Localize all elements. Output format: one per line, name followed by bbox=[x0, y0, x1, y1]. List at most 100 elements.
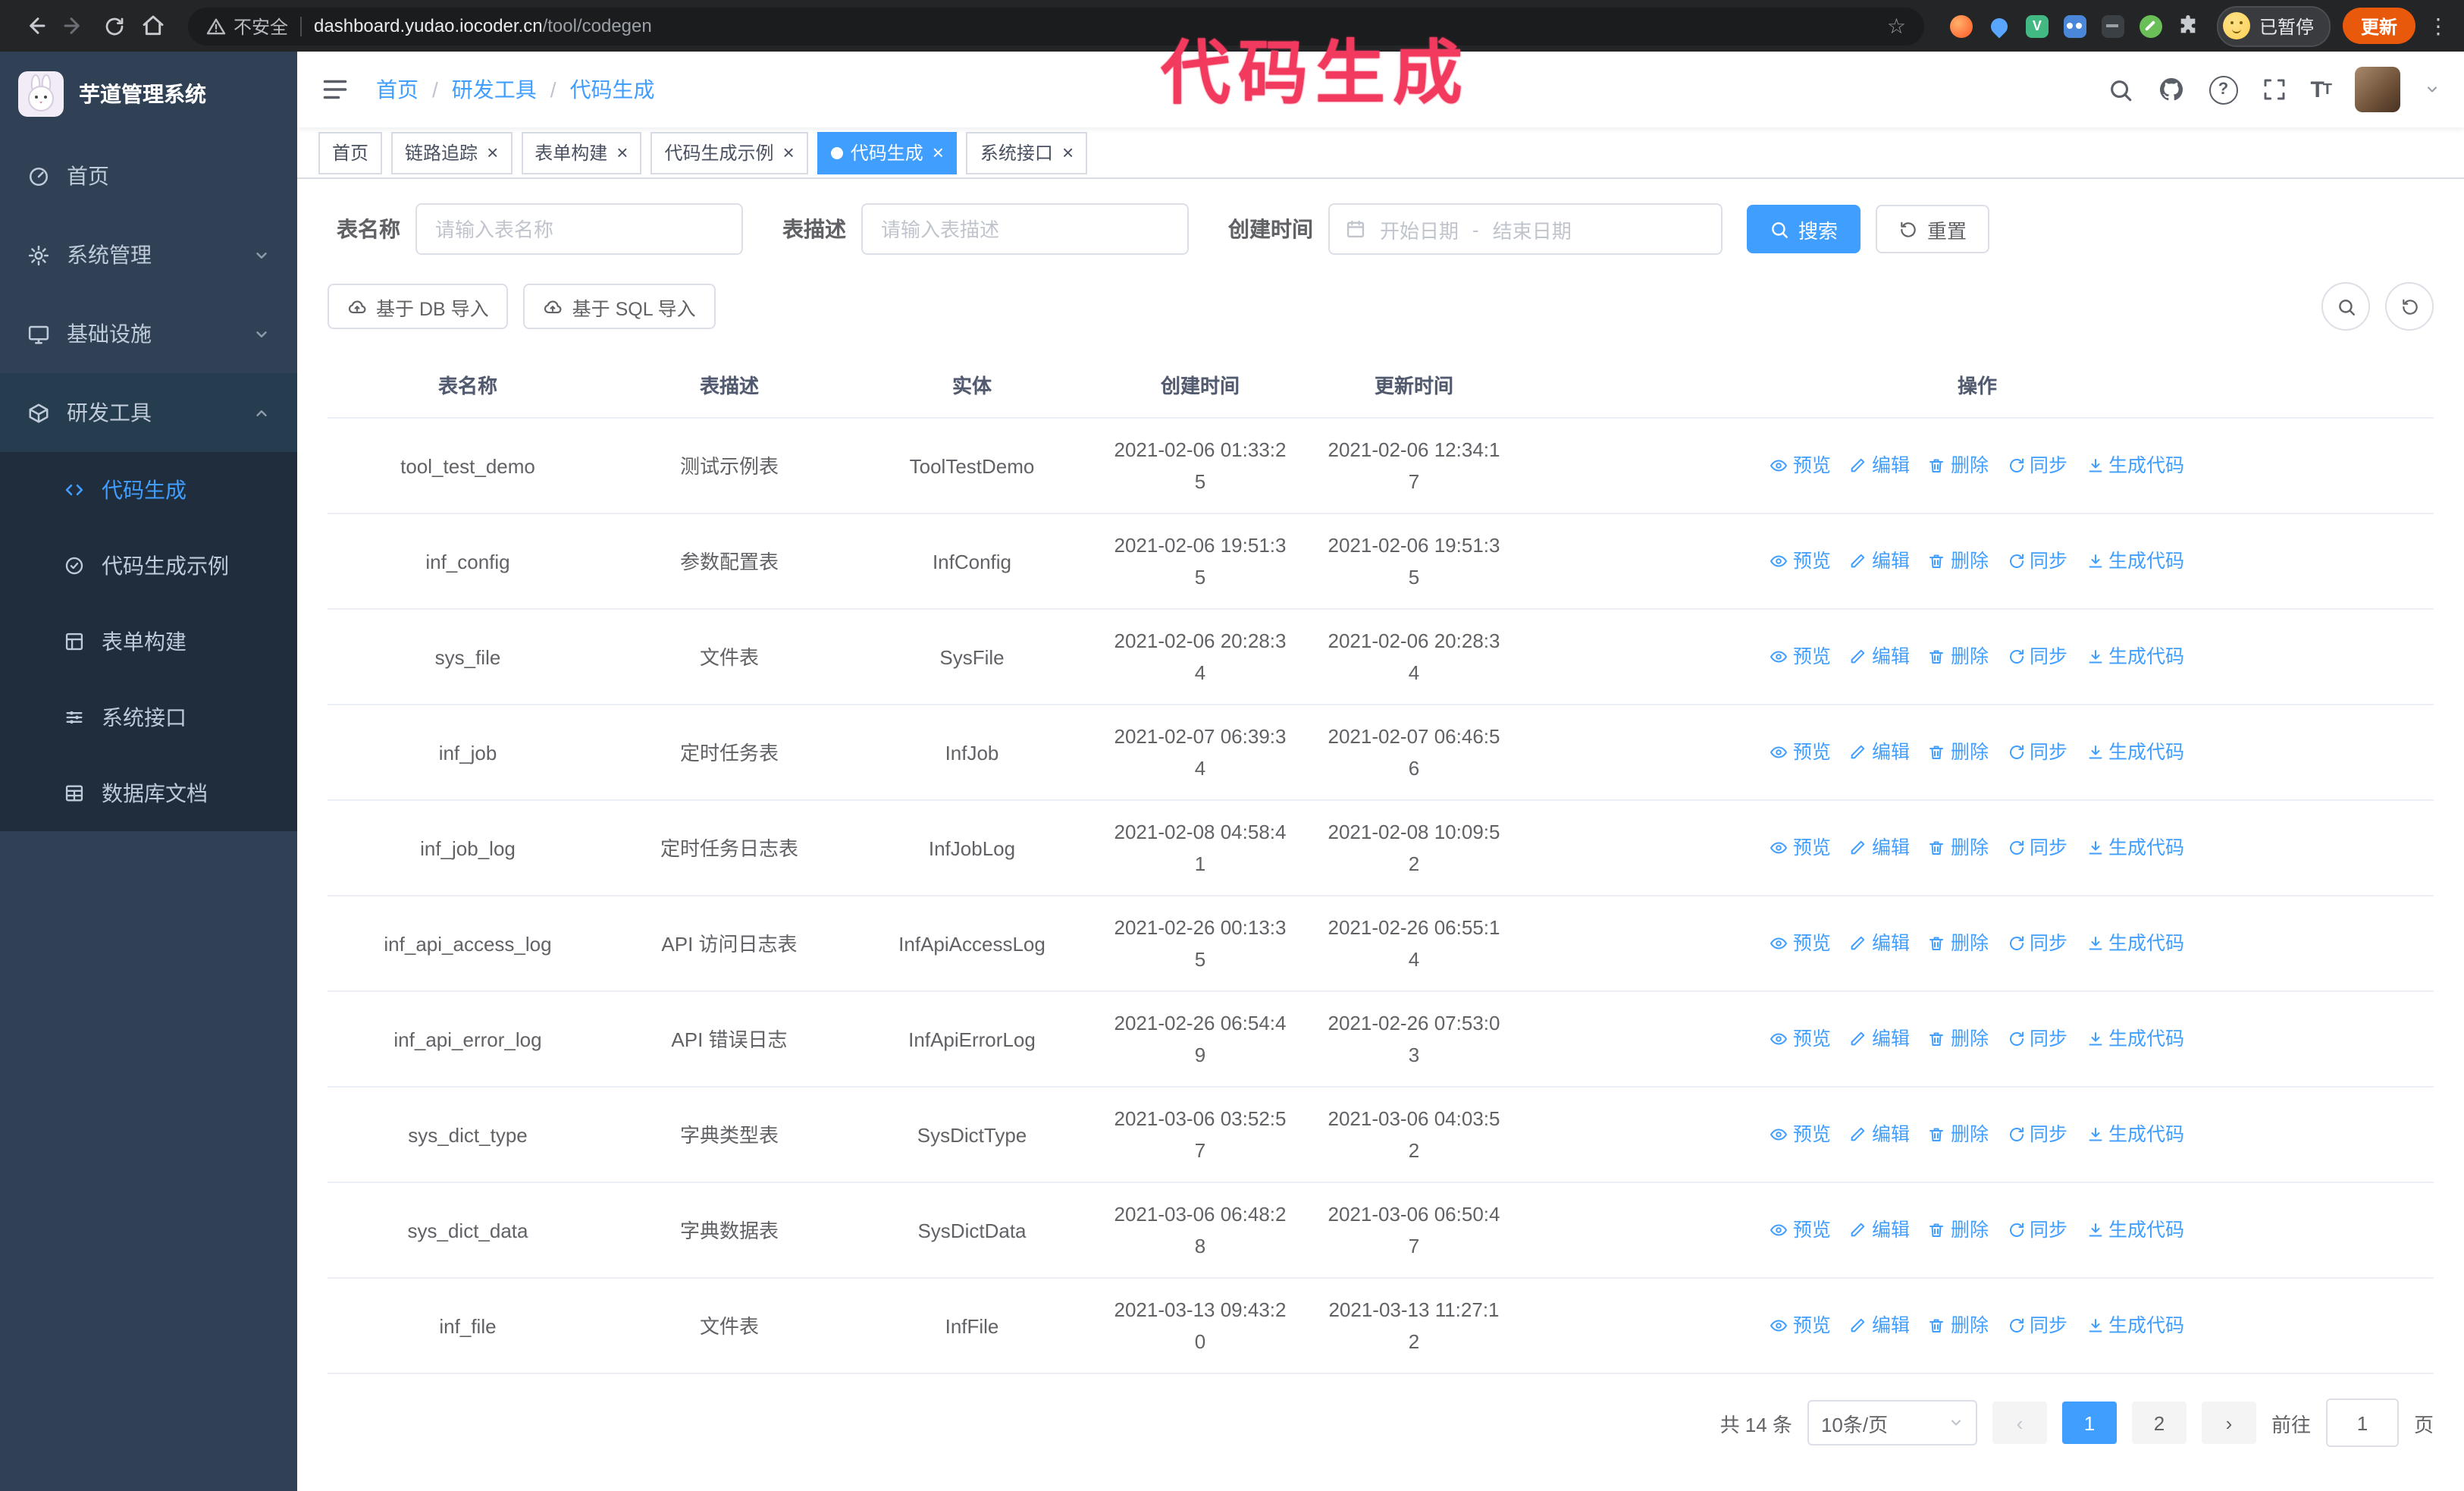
vue-extension-icon[interactable]: V bbox=[2024, 13, 2050, 39]
preview-link[interactable]: 预览 bbox=[1770, 1310, 1831, 1342]
generate-code-link[interactable]: 生成代码 bbox=[2086, 832, 2184, 864]
breadcrumb-home[interactable]: 首页 bbox=[376, 74, 419, 105]
delete-link[interactable]: 删除 bbox=[1928, 450, 1989, 482]
puzzle-icon[interactable] bbox=[2176, 13, 2202, 39]
fox-extension-icon[interactable] bbox=[1948, 13, 1974, 39]
preview-link[interactable]: 预览 bbox=[1770, 832, 1831, 864]
tab-表单构建[interactable]: 表单构建 × bbox=[521, 131, 642, 174]
sidebar-item-devtools[interactable]: 研发工具 bbox=[0, 373, 297, 452]
preview-link[interactable]: 预览 bbox=[1770, 928, 1831, 959]
chevron-down-icon[interactable] bbox=[2425, 82, 2440, 97]
help-icon[interactable]: ? bbox=[2209, 75, 2238, 104]
close-icon[interactable]: × bbox=[783, 143, 795, 162]
import-sql-button[interactable]: 基于 SQL 导入 bbox=[523, 284, 716, 329]
sync-link[interactable]: 同步 bbox=[2007, 1023, 2067, 1055]
edit-link[interactable]: 编辑 bbox=[1849, 1119, 1910, 1150]
browser-menu-icon[interactable]: ⋮ bbox=[2428, 13, 2449, 39]
users-extension-icon[interactable] bbox=[2062, 13, 2088, 39]
close-icon[interactable]: × bbox=[1062, 143, 1074, 162]
sync-link[interactable]: 同步 bbox=[2007, 832, 2067, 864]
generate-code-link[interactable]: 生成代码 bbox=[2086, 545, 2184, 577]
generate-code-link[interactable]: 生成代码 bbox=[2086, 736, 2184, 768]
tab-系统接口[interactable]: 系统接口 × bbox=[966, 131, 1088, 174]
edit-link[interactable]: 编辑 bbox=[1849, 736, 1910, 768]
delete-link[interactable]: 删除 bbox=[1928, 1119, 1989, 1150]
preview-link[interactable]: 预览 bbox=[1770, 450, 1831, 482]
back-icon[interactable] bbox=[15, 6, 55, 46]
next-page-button[interactable]: › bbox=[2201, 1402, 2256, 1444]
preview-link[interactable]: 预览 bbox=[1770, 736, 1831, 768]
delete-link[interactable]: 删除 bbox=[1928, 545, 1989, 577]
page-button-1[interactable]: 1 bbox=[2061, 1402, 2117, 1444]
sidebar-item-db-docs[interactable]: 数据库文档 bbox=[0, 755, 297, 831]
sidebar-item-form-builder[interactable]: 表单构建 bbox=[0, 604, 297, 680]
edit-link[interactable]: 编辑 bbox=[1849, 545, 1910, 577]
leaf-extension-icon[interactable] bbox=[2138, 13, 2164, 39]
refresh-table-button[interactable] bbox=[2385, 282, 2434, 331]
fullscreen-icon[interactable] bbox=[2262, 77, 2286, 102]
delete-link[interactable]: 删除 bbox=[1928, 641, 1989, 673]
delete-link[interactable]: 删除 bbox=[1928, 1214, 1989, 1246]
sidebar-item-codegen[interactable]: 代码生成 bbox=[0, 452, 297, 528]
sync-link[interactable]: 同步 bbox=[2007, 450, 2067, 482]
page-size-select[interactable]: 10条/页 bbox=[1807, 1400, 1977, 1445]
prev-page-button[interactable]: ‹ bbox=[1992, 1402, 2047, 1444]
bookmark-star-icon[interactable]: ☆ bbox=[1887, 13, 1906, 39]
sidebar-item-system[interactable]: 系统管理 bbox=[0, 215, 297, 294]
profile-chip[interactable]: 已暂停 bbox=[2216, 5, 2331, 46]
reset-button[interactable]: 重置 bbox=[1876, 205, 1990, 253]
delete-link[interactable]: 删除 bbox=[1928, 1023, 1989, 1055]
tab-链路追踪[interactable]: 链路追踪 × bbox=[391, 131, 513, 174]
tab-代码生成[interactable]: 代码生成 × bbox=[817, 131, 958, 174]
generate-code-link[interactable]: 生成代码 bbox=[2086, 1119, 2184, 1150]
generate-code-link[interactable]: 生成代码 bbox=[2086, 1214, 2184, 1246]
generate-code-link[interactable]: 生成代码 bbox=[2086, 928, 2184, 959]
search-icon[interactable] bbox=[2107, 77, 2133, 102]
table-desc-input[interactable] bbox=[861, 203, 1189, 255]
sidebar-item-codegen-example[interactable]: 代码生成示例 bbox=[0, 528, 297, 604]
generate-code-link[interactable]: 生成代码 bbox=[2086, 1023, 2184, 1055]
date-range-picker[interactable]: 开始日期 - 结束日期 bbox=[1328, 203, 1723, 255]
preview-link[interactable]: 预览 bbox=[1770, 1023, 1831, 1055]
tab-代码生成示例[interactable]: 代码生成示例 × bbox=[650, 131, 808, 174]
home-icon[interactable] bbox=[133, 6, 173, 46]
update-button[interactable]: 更新 bbox=[2342, 8, 2415, 44]
breadcrumb-devtools[interactable]: 研发工具 bbox=[452, 74, 537, 105]
generate-code-link[interactable]: 生成代码 bbox=[2086, 1310, 2184, 1342]
sync-link[interactable]: 同步 bbox=[2007, 1310, 2067, 1342]
close-icon[interactable]: × bbox=[487, 143, 498, 162]
github-icon[interactable] bbox=[2157, 76, 2184, 103]
edit-link[interactable]: 编辑 bbox=[1849, 928, 1910, 959]
sync-link[interactable]: 同步 bbox=[2007, 736, 2067, 768]
close-icon[interactable]: × bbox=[616, 143, 628, 162]
reload-icon[interactable] bbox=[94, 6, 133, 46]
preview-link[interactable]: 预览 bbox=[1770, 545, 1831, 577]
drop-extension-icon[interactable] bbox=[1986, 13, 2012, 39]
edit-link[interactable]: 编辑 bbox=[1849, 641, 1910, 673]
generate-code-link[interactable]: 生成代码 bbox=[2086, 641, 2184, 673]
sync-link[interactable]: 同步 bbox=[2007, 545, 2067, 577]
edit-link[interactable]: 编辑 bbox=[1849, 450, 1910, 482]
user-avatar[interactable] bbox=[2355, 67, 2400, 112]
preview-link[interactable]: 预览 bbox=[1770, 1214, 1831, 1246]
hamburger-icon[interactable] bbox=[321, 76, 349, 103]
preview-link[interactable]: 预览 bbox=[1770, 1119, 1831, 1150]
import-db-button[interactable]: 基于 DB 导入 bbox=[328, 284, 509, 329]
goto-page-input[interactable] bbox=[2325, 1398, 2399, 1447]
page-button-2[interactable]: 2 bbox=[2131, 1402, 2187, 1444]
delete-link[interactable]: 删除 bbox=[1928, 928, 1989, 959]
generate-code-link[interactable]: 生成代码 bbox=[2086, 450, 2184, 482]
close-icon[interactable]: × bbox=[933, 143, 944, 162]
font-size-icon[interactable]: TT bbox=[2310, 77, 2332, 102]
sidebar-item-home[interactable]: 首页 bbox=[0, 137, 297, 215]
toggle-search-button[interactable] bbox=[2321, 282, 2370, 331]
delete-link[interactable]: 删除 bbox=[1928, 736, 1989, 768]
edit-link[interactable]: 编辑 bbox=[1849, 1310, 1910, 1342]
sync-link[interactable]: 同步 bbox=[2007, 641, 2067, 673]
sync-link[interactable]: 同步 bbox=[2007, 1214, 2067, 1246]
edit-link[interactable]: 编辑 bbox=[1849, 1214, 1910, 1246]
search-button[interactable]: 搜索 bbox=[1747, 205, 1861, 253]
delete-link[interactable]: 删除 bbox=[1928, 832, 1989, 864]
sync-link[interactable]: 同步 bbox=[2007, 928, 2067, 959]
preview-link[interactable]: 预览 bbox=[1770, 641, 1831, 673]
